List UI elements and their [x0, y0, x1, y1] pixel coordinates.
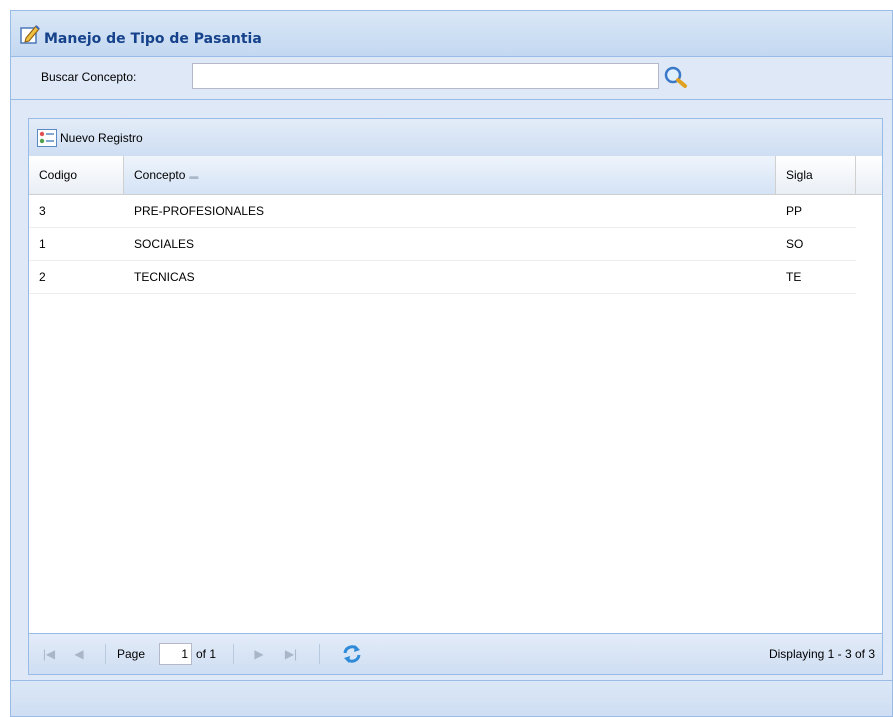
cell-sigla: TE — [786, 270, 802, 284]
window-header: Manejo de Tipo de Pasantia — [11, 11, 892, 57]
cell-codigo: 2 — [39, 270, 46, 284]
edit-icon — [20, 25, 40, 44]
cell-codigo: 1 — [39, 237, 46, 251]
prev-page-icon[interactable]: ◀ — [71, 646, 87, 662]
cell-sigla: PP — [786, 204, 803, 218]
page-number-input[interactable] — [159, 643, 192, 665]
pager-separator — [319, 644, 320, 664]
cell-concepto: SOCIALES — [134, 237, 195, 251]
cell-concepto: TECNICAS — [134, 270, 195, 284]
column-header-concepto-label: Concepto — [134, 168, 186, 182]
cell-sigla: SO — [786, 237, 804, 251]
form-icon — [37, 129, 57, 147]
page-count-label: of 1 — [196, 647, 217, 661]
display-info: Displaying 1 - 3 of 3 — [768, 647, 875, 661]
next-page-icon[interactable]: ▶ — [251, 646, 267, 662]
search-input[interactable] — [192, 63, 659, 89]
search-label: Buscar Concepto: — [41, 70, 137, 84]
new-record-button[interactable]: Nuevo Registro — [37, 128, 143, 148]
column-header-sigla[interactable]: Sigla — [776, 156, 856, 194]
window-footer — [11, 680, 892, 716]
search-bar: Buscar Concepto: — [11, 57, 892, 100]
table-row[interactable]: 1 SOCIALES SO — [29, 228, 856, 261]
page-label: Page — [117, 647, 146, 661]
column-header-concepto[interactable]: Concepto ▬ — [124, 156, 776, 194]
refresh-icon[interactable] — [341, 643, 363, 665]
grid-rows: 3 PRE-PROFESIONALES PP 1 SOCIALES SO 2 T… — [29, 195, 856, 294]
last-page-icon[interactable]: ▶| — [283, 646, 299, 662]
grid-panel: Nuevo Registro Codigo Concepto ▬ Sigla 3 … — [28, 118, 883, 675]
window-title: Manejo de Tipo de Pasantia — [44, 31, 262, 47]
new-record-label: Nuevo Registro — [60, 131, 143, 145]
search-icon[interactable] — [663, 65, 689, 89]
sort-indicator-icon: ▬ — [189, 171, 199, 181]
column-header-codigo[interactable]: Codigo — [29, 156, 124, 194]
table-row[interactable]: 3 PRE-PROFESIONALES PP — [29, 195, 856, 228]
paging-toolbar: |◀ ◀ Page of 1 ▶ ▶| Displaying 1 - 3 of … — [29, 633, 882, 674]
cell-codigo: 3 — [39, 204, 46, 218]
grid-toolbar: Nuevo Registro — [29, 119, 882, 157]
cell-concepto: PRE-PROFESIONALES — [134, 204, 265, 218]
first-page-icon[interactable]: |◀ — [41, 646, 57, 662]
window-panel: Manejo de Tipo de Pasantia Buscar Concep… — [10, 10, 893, 717]
pager-separator — [233, 644, 234, 664]
column-header-row: Codigo Concepto ▬ Sigla — [29, 156, 882, 195]
table-row[interactable]: 2 TECNICAS TE — [29, 261, 856, 294]
pager-separator — [105, 644, 106, 664]
